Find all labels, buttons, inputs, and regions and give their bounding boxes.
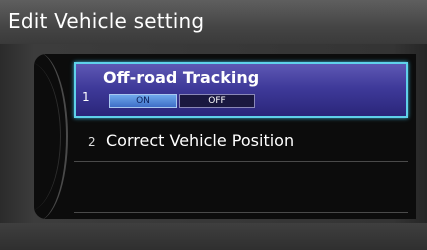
page-title: Edit Vehicle setting [8,9,205,33]
option-on-button[interactable]: ON [109,94,177,108]
menu-item-number: 1 [82,90,90,104]
title-bar: Edit Vehicle setting [0,0,427,44]
divider [74,161,408,162]
menu-item-correct-vehicle-position[interactable]: 2 Correct Vehicle Position [74,128,408,154]
menu-area: 1 Off-road Tracking ON OFF 2 Correct Veh… [0,44,427,223]
menu-item-label: Off-road Tracking [103,68,260,87]
menu-item-number: 2 [88,135,96,149]
bottom-bar [0,223,427,250]
screen: Edit Vehicle setting 1 Off-road Tracking… [0,0,427,250]
menu-item-off-road-tracking[interactable]: 1 Off-road Tracking ON OFF [74,62,408,118]
menu-item-label: Correct Vehicle Position [106,131,295,150]
divider [74,212,408,213]
menu-panel: 1 Off-road Tracking ON OFF 2 Correct Veh… [34,54,416,219]
option-off-button[interactable]: OFF [179,94,255,108]
